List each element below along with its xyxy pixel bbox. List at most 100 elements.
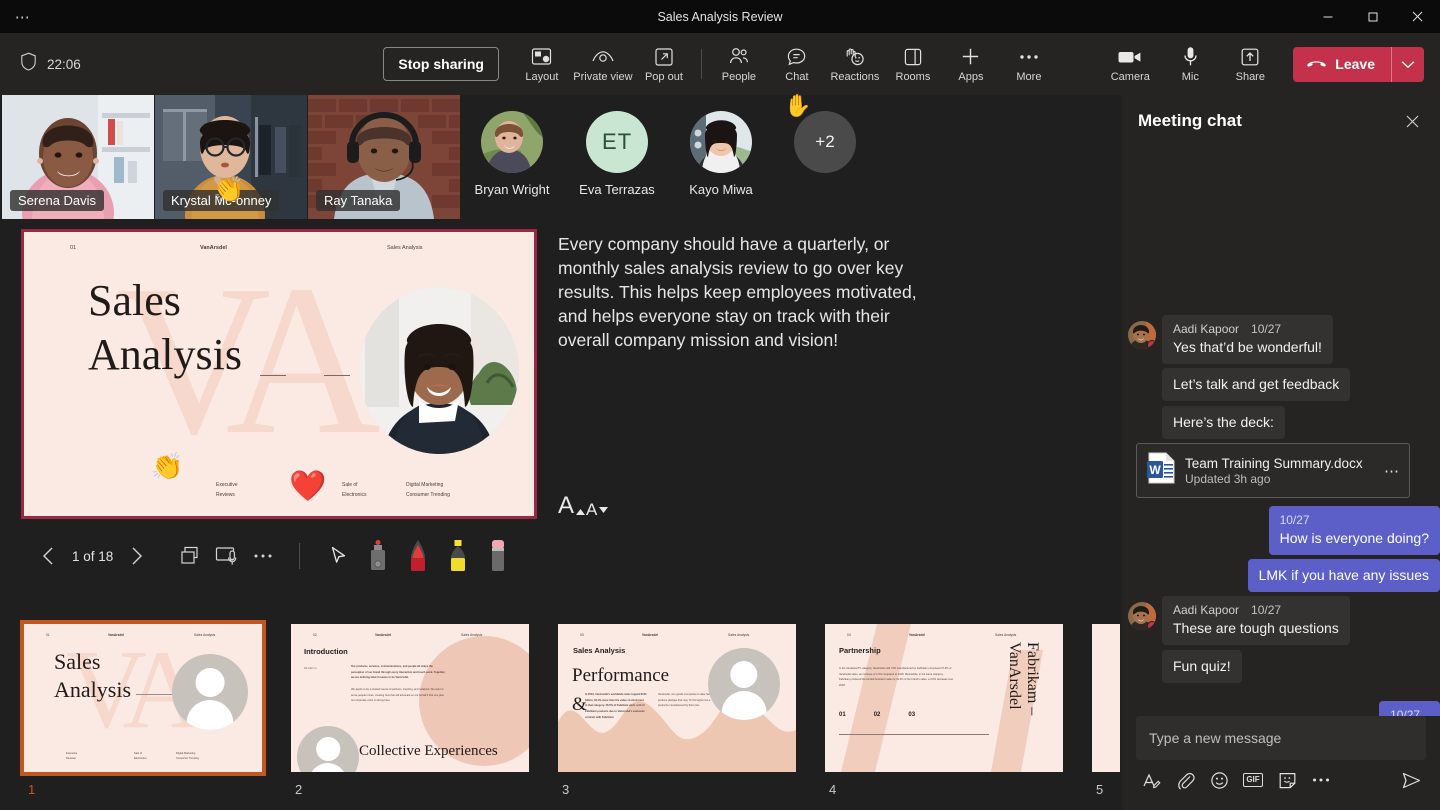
people-button[interactable]: People <box>710 39 768 89</box>
all-slides-icon[interactable] <box>173 539 209 573</box>
th-hdr-left: 03 <box>580 633 584 637</box>
sticker-icon[interactable] <box>1272 765 1302 795</box>
decrease-font-size-button[interactable]: A <box>586 500 597 520</box>
rooms-button[interactable]: Rooms <box>884 39 942 89</box>
chat-message[interactable]: Here’s the deck: <box>1162 406 1285 439</box>
message-input-placeholder: Type a new message <box>1149 730 1281 746</box>
participant-name: Eva Terrazas <box>579 182 655 197</box>
caret-up-icon <box>576 494 585 522</box>
thumbnail-slide-2[interactable]: 02 VanArsdel Sales Analysis Introduction… <box>291 624 529 772</box>
private-view-button[interactable]: Private view <box>571 39 635 89</box>
thumbnail-footnote-1: ExecutiveReviews <box>66 751 77 762</box>
heart-reaction-icon: ❤️ <box>289 469 326 504</box>
slide-title: Sales Analysis <box>88 274 242 381</box>
slide-more-options-icon[interactable] <box>245 539 281 573</box>
reactions-button[interactable]: Reactions <box>826 39 884 89</box>
private-view-label: Private view <box>573 71 632 83</box>
chat-message-list[interactable]: Aadi Kapoor 10/27 Yes that’d be wonderfu… <box>1122 147 1440 716</box>
clap-reaction-icon: 👏 <box>151 451 183 482</box>
avatar <box>1128 321 1156 349</box>
laser-pointer-tool[interactable] <box>358 538 398 574</box>
presenter-view-icon[interactable] <box>209 539 245 573</box>
leave-button[interactable]: Leave <box>1293 47 1391 82</box>
window-title: Sales Analysis Review <box>0 10 1440 24</box>
video-tile-krystal-mcconney[interactable]: Krystal Mc-onney 👏 <box>155 95 307 219</box>
message-input[interactable]: Type a new message <box>1136 716 1426 760</box>
slide-notes-text: Every company should have a quarterly, o… <box>558 233 940 353</box>
chat-bubble: LMK if you have any issues <box>1248 559 1440 592</box>
previous-slide-button[interactable] <box>30 539 66 573</box>
plus-icon <box>960 46 981 68</box>
mic-button[interactable]: Mic <box>1161 39 1219 89</box>
chat-message[interactable]: 10/27 How is everyone doing? <box>1269 506 1440 555</box>
close-icon[interactable] <box>1398 107 1426 135</box>
thumbnail-body-1: In the hardware/TV category, VanArsdel s… <box>839 666 954 689</box>
leave-options-chevron-down-icon[interactable] <box>1392 47 1424 82</box>
share-button[interactable]: Share <box>1221 39 1279 89</box>
thumbnail-avatar-placeholder <box>172 654 248 730</box>
chat-message[interactable]: LMK if you have any issues <box>1248 559 1440 592</box>
yellow-highlighter-tool[interactable] <box>438 538 478 574</box>
chat-file-attachment[interactable]: W Team Training Summary.docx Updated 3h … <box>1136 443 1410 498</box>
participant-bryan-wright[interactable]: Bryan Wright <box>460 95 564 219</box>
pop-out-button[interactable]: Pop out <box>635 39 693 89</box>
chat-label: Chat <box>785 71 808 83</box>
caret-down-icon <box>599 498 608 518</box>
th-hdr-center: VanArsdel <box>108 633 124 637</box>
slide-divider <box>260 375 286 376</box>
video-tile-serena-davis[interactable]: Serena Davis <box>2 95 154 219</box>
presence-badge-busy <box>1147 340 1156 349</box>
chat-button[interactable]: Chat <box>768 39 826 89</box>
participant-overflow[interactable]: +2 ✋ <box>773 95 877 219</box>
chat-bubble: 10/27 Enjoy! <box>1379 701 1440 716</box>
chat-text: LMK if you have any issues <box>1259 566 1429 584</box>
send-icon[interactable] <box>1396 765 1426 795</box>
shared-slide-frame[interactable]: VA 01 VanArsdel Sales Analysis Sales Ana… <box>21 229 537 519</box>
gif-icon[interactable]: GIF <box>1238 765 1268 795</box>
shared-slide: VA 01 VanArsdel Sales Analysis Sales Ana… <box>24 232 534 516</box>
thumbnail-slide-5[interactable]: 5 <box>1092 624 1120 772</box>
red-pen-tool[interactable] <box>398 538 438 574</box>
thumbnail-number: 5 <box>1096 782 1103 797</box>
cursor-tool[interactable] <box>318 538 358 574</box>
chat-text: Fun quiz! <box>1173 657 1231 675</box>
next-slide-button[interactable] <box>119 539 155 573</box>
chat-message[interactable]: 10/27 Enjoy! <box>1379 701 1440 716</box>
file-more-options-icon[interactable]: ⋯ <box>1382 462 1400 480</box>
chat-message[interactable]: Aadi Kapoor 10/27 Yes that’d be wonderfu… <box>1128 315 1333 364</box>
thumbnail-number: 3 <box>562 782 569 797</box>
camera-button[interactable]: Camera <box>1101 39 1159 89</box>
stop-sharing-button[interactable]: Stop sharing <box>383 47 499 81</box>
thumbnail-slide-4[interactable]: 04 VanArsdel Sales Analysis Partnership … <box>825 624 1063 772</box>
thumbnail-footnote-2: Sale ofElectronics <box>134 751 147 762</box>
th-hdr-center: VanArsdel <box>909 633 925 637</box>
video-tile-ray-tanaka[interactable]: Ray Tanaka <box>308 95 460 219</box>
emoji-icon[interactable] <box>1204 765 1234 795</box>
more-horizontal-icon[interactable] <box>1306 765 1336 795</box>
minimize-icon[interactable] <box>1305 0 1350 33</box>
video-tile-name: Ray Tanaka <box>316 190 400 211</box>
thumbnail-footnote-3: Digital MarketingConsumer Trending <box>176 751 199 762</box>
chat-message[interactable]: Fun quiz! <box>1162 650 1242 683</box>
increase-font-size-button[interactable]: A <box>558 492 574 520</box>
eraser-tool[interactable] <box>478 538 518 574</box>
thumbnail-slide-1[interactable]: VA 01 VanArsdel Sales Analysis SalesAnal… <box>24 624 262 772</box>
chat-meta: 10/27 <box>1280 513 1429 527</box>
participant-kayo-miwa[interactable]: Kayo Miwa <box>669 95 773 219</box>
format-icon[interactable] <box>1136 765 1166 795</box>
chat-message[interactable]: Aadi Kapoor 10/27 These are tough questi… <box>1128 596 1350 645</box>
chat-bubble: Let’s talk and get feedback <box>1162 368 1350 401</box>
thumbnail-slide-3[interactable]: 03 VanArsdel Sales Analysis Sales Analys… <box>558 624 796 772</box>
apps-button[interactable]: Apps <box>942 39 1000 89</box>
chat-message[interactable]: Let’s talk and get feedback <box>1162 368 1350 401</box>
more-button[interactable]: More <box>1000 39 1058 89</box>
file-name: Team Training Summary.docx <box>1185 456 1373 471</box>
window-controls <box>1305 0 1440 33</box>
participant-eva-terrazas[interactable]: ET Eva Terrazas <box>565 95 669 219</box>
maximize-icon[interactable] <box>1350 0 1395 33</box>
layout-button[interactable]: Layout <box>513 39 571 89</box>
participant-strip: Serena Davis <box>0 95 1120 219</box>
close-icon[interactable] <box>1395 0 1440 33</box>
slide-photo <box>359 287 519 454</box>
attach-icon[interactable] <box>1170 765 1200 795</box>
